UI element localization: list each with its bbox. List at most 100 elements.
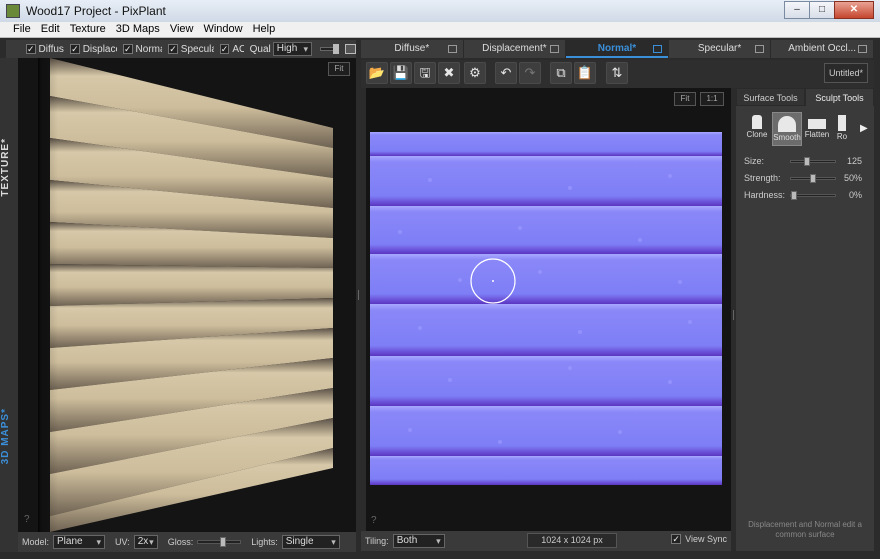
normal-map-image[interactable] xyxy=(370,132,722,485)
map-canvas[interactable]: Fit 1:1 ? xyxy=(366,88,731,531)
tab-sculpt-tools[interactable]: Sculpt Tools xyxy=(805,88,874,106)
tab-texture[interactable]: TEXTURE* xyxy=(0,138,18,197)
left-splitter[interactable] xyxy=(356,40,361,552)
document-name[interactable]: Untitled* xyxy=(824,63,868,83)
hardness-slider[interactable] xyxy=(790,190,836,200)
paste-icon[interactable]: 📋 xyxy=(574,62,596,84)
clone-tool[interactable]: Clone xyxy=(742,112,772,146)
menu-3d-maps[interactable]: 3D Maps xyxy=(111,22,165,37)
smooth-tool[interactable]: Smooth xyxy=(772,112,802,146)
tab-specular[interactable]: Specular* xyxy=(669,40,772,58)
size-slider[interactable] xyxy=(790,156,836,166)
wood-planks-render xyxy=(18,58,356,532)
view-sync-checkbox[interactable]: ✓ View Sync xyxy=(671,534,727,544)
strength-param: Strength: 50% xyxy=(744,171,868,185)
undo-icon[interactable]: ↶ xyxy=(495,62,517,84)
diffuse-checkbox[interactable]: ✓Diffuse xyxy=(26,44,64,55)
swap-icon[interactable]: ⇅ xyxy=(606,62,628,84)
ao-checkbox[interactable]: ✓ AO xyxy=(219,43,244,55)
gloss-slider[interactable] xyxy=(197,537,242,547)
quality-select[interactable]: High xyxy=(272,42,312,56)
undock-icon[interactable] xyxy=(652,45,662,53)
lights-label: Lights: xyxy=(251,537,278,547)
tab-surface-tools[interactable]: Surface Tools xyxy=(736,88,805,106)
slider-thumb[interactable] xyxy=(810,173,816,183)
menu-bar: File Edit Texture 3D Maps View Window He… xyxy=(0,22,880,38)
tab-label: Specular* xyxy=(697,43,742,54)
undock-icon[interactable] xyxy=(755,45,765,53)
save-icon[interactable]: 💾 xyxy=(390,62,412,84)
slider-thumb[interactable] xyxy=(220,537,227,547)
undock-icon[interactable] xyxy=(857,45,867,53)
tab-displacement[interactable]: Displacement* xyxy=(464,40,567,58)
menu-view[interactable]: View xyxy=(165,22,199,37)
fit-button[interactable]: Fit xyxy=(674,92,696,106)
app-icon xyxy=(6,4,20,18)
fit-button[interactable]: Fit xyxy=(328,62,350,76)
menu-help[interactable]: Help xyxy=(248,22,281,37)
map-tabs: Diffuse* Displacement* Normal* Specular*… xyxy=(361,40,874,58)
copy-icon[interactable]: ⧉ xyxy=(550,62,572,84)
open-icon[interactable]: 📂 xyxy=(366,62,388,84)
actual-size-button[interactable]: 1:1 xyxy=(700,92,724,106)
redo-icon[interactable]: ↷ xyxy=(519,62,541,84)
help-icon[interactable]: ? xyxy=(24,514,30,525)
slider-thumb[interactable] xyxy=(332,44,339,54)
tab-label: Ambient Occl... xyxy=(788,43,857,54)
specular-checkbox[interactable]: ✓Specular xyxy=(168,44,214,55)
slider-thumb[interactable] xyxy=(791,190,797,200)
uv-select[interactable]: 2x xyxy=(133,535,158,549)
undock-icon[interactable] xyxy=(550,45,560,53)
tab-normal[interactable]: Normal* xyxy=(566,40,669,58)
menu-file[interactable]: File xyxy=(8,22,36,37)
minimize-button[interactable]: – xyxy=(784,1,810,19)
hardness-value: 0% xyxy=(848,190,862,200)
side-tab-strip: TEXTURE* 3D MAPS* xyxy=(0,58,18,552)
checkbox-label: AO xyxy=(232,43,244,55)
map-toolbar: 📂 💾 🖫 ✖ ⚙ ↶ ↷ ⧉ 📋 ⇅ Untitled* xyxy=(361,60,874,88)
canvas-status-bar: Tiling: Both 1024 x 1024 px ✓ View Sync xyxy=(361,531,731,551)
smooth-icon xyxy=(778,116,796,132)
help-icon[interactable]: ? xyxy=(371,515,377,526)
tool-label: Ro xyxy=(836,132,848,141)
splitter-grip xyxy=(733,310,734,320)
tool-label: Flatten xyxy=(804,130,830,139)
more-tools-arrow-icon xyxy=(838,115,846,131)
menu-window[interactable]: Window xyxy=(198,22,247,37)
quality-slider[interactable] xyxy=(319,44,340,54)
strength-slider[interactable] xyxy=(790,173,836,183)
tiling-select[interactable]: Both xyxy=(392,534,445,548)
tab-ambient-occlusion[interactable]: Ambient Occl... xyxy=(771,40,874,58)
undock-icon[interactable] xyxy=(345,44,356,54)
displacement-checkbox[interactable]: ✓Displacen xyxy=(70,44,117,55)
uv-label: UV: xyxy=(115,537,130,547)
maximize-button[interactable]: □ xyxy=(809,1,835,19)
flatten-tool[interactable]: Flatten xyxy=(802,112,832,146)
strength-label: Strength: xyxy=(744,173,781,183)
close-button[interactable]: ✕ xyxy=(834,1,874,19)
tools-tabs: Surface Tools Sculpt Tools xyxy=(736,88,874,106)
menu-edit[interactable]: Edit xyxy=(36,22,65,37)
3d-viewport[interactable]: Fit ? xyxy=(18,58,356,532)
gloss-label: Gloss: xyxy=(167,537,194,547)
tab-3d-maps[interactable]: 3D MAPS* xyxy=(0,408,18,464)
flatten-icon xyxy=(808,119,826,129)
normal-checkbox[interactable]: ✓Normal xyxy=(123,44,162,55)
menu-texture[interactable]: Texture xyxy=(65,22,111,37)
3d-view-options-bar: Model: Plane UV: 2x Gloss: Lights: Singl… xyxy=(18,532,356,552)
roughen-tool[interactable]: Ro xyxy=(832,112,852,146)
plank-stack xyxy=(38,58,333,532)
tools-panel: Surface Tools Sculpt Tools Clone Smooth … xyxy=(736,88,874,551)
size-param: Size: 125 xyxy=(744,154,868,168)
slider-thumb[interactable] xyxy=(804,156,810,166)
save-as-icon[interactable]: 🖫 xyxy=(414,62,436,84)
tool-label: Clone xyxy=(746,130,768,139)
settings-gear-icon[interactable]: ⚙ xyxy=(464,62,486,84)
model-select[interactable]: Plane xyxy=(53,535,106,549)
lights-select[interactable]: Single xyxy=(281,535,340,549)
undock-icon[interactable] xyxy=(447,45,457,53)
close-map-icon[interactable]: ✖ xyxy=(438,62,460,84)
window-title: Wood17 Project - PixPlant xyxy=(26,4,166,18)
scroll-right-icon[interactable]: ▶ xyxy=(860,112,870,146)
tab-diffuse[interactable]: Diffuse* xyxy=(361,40,464,58)
